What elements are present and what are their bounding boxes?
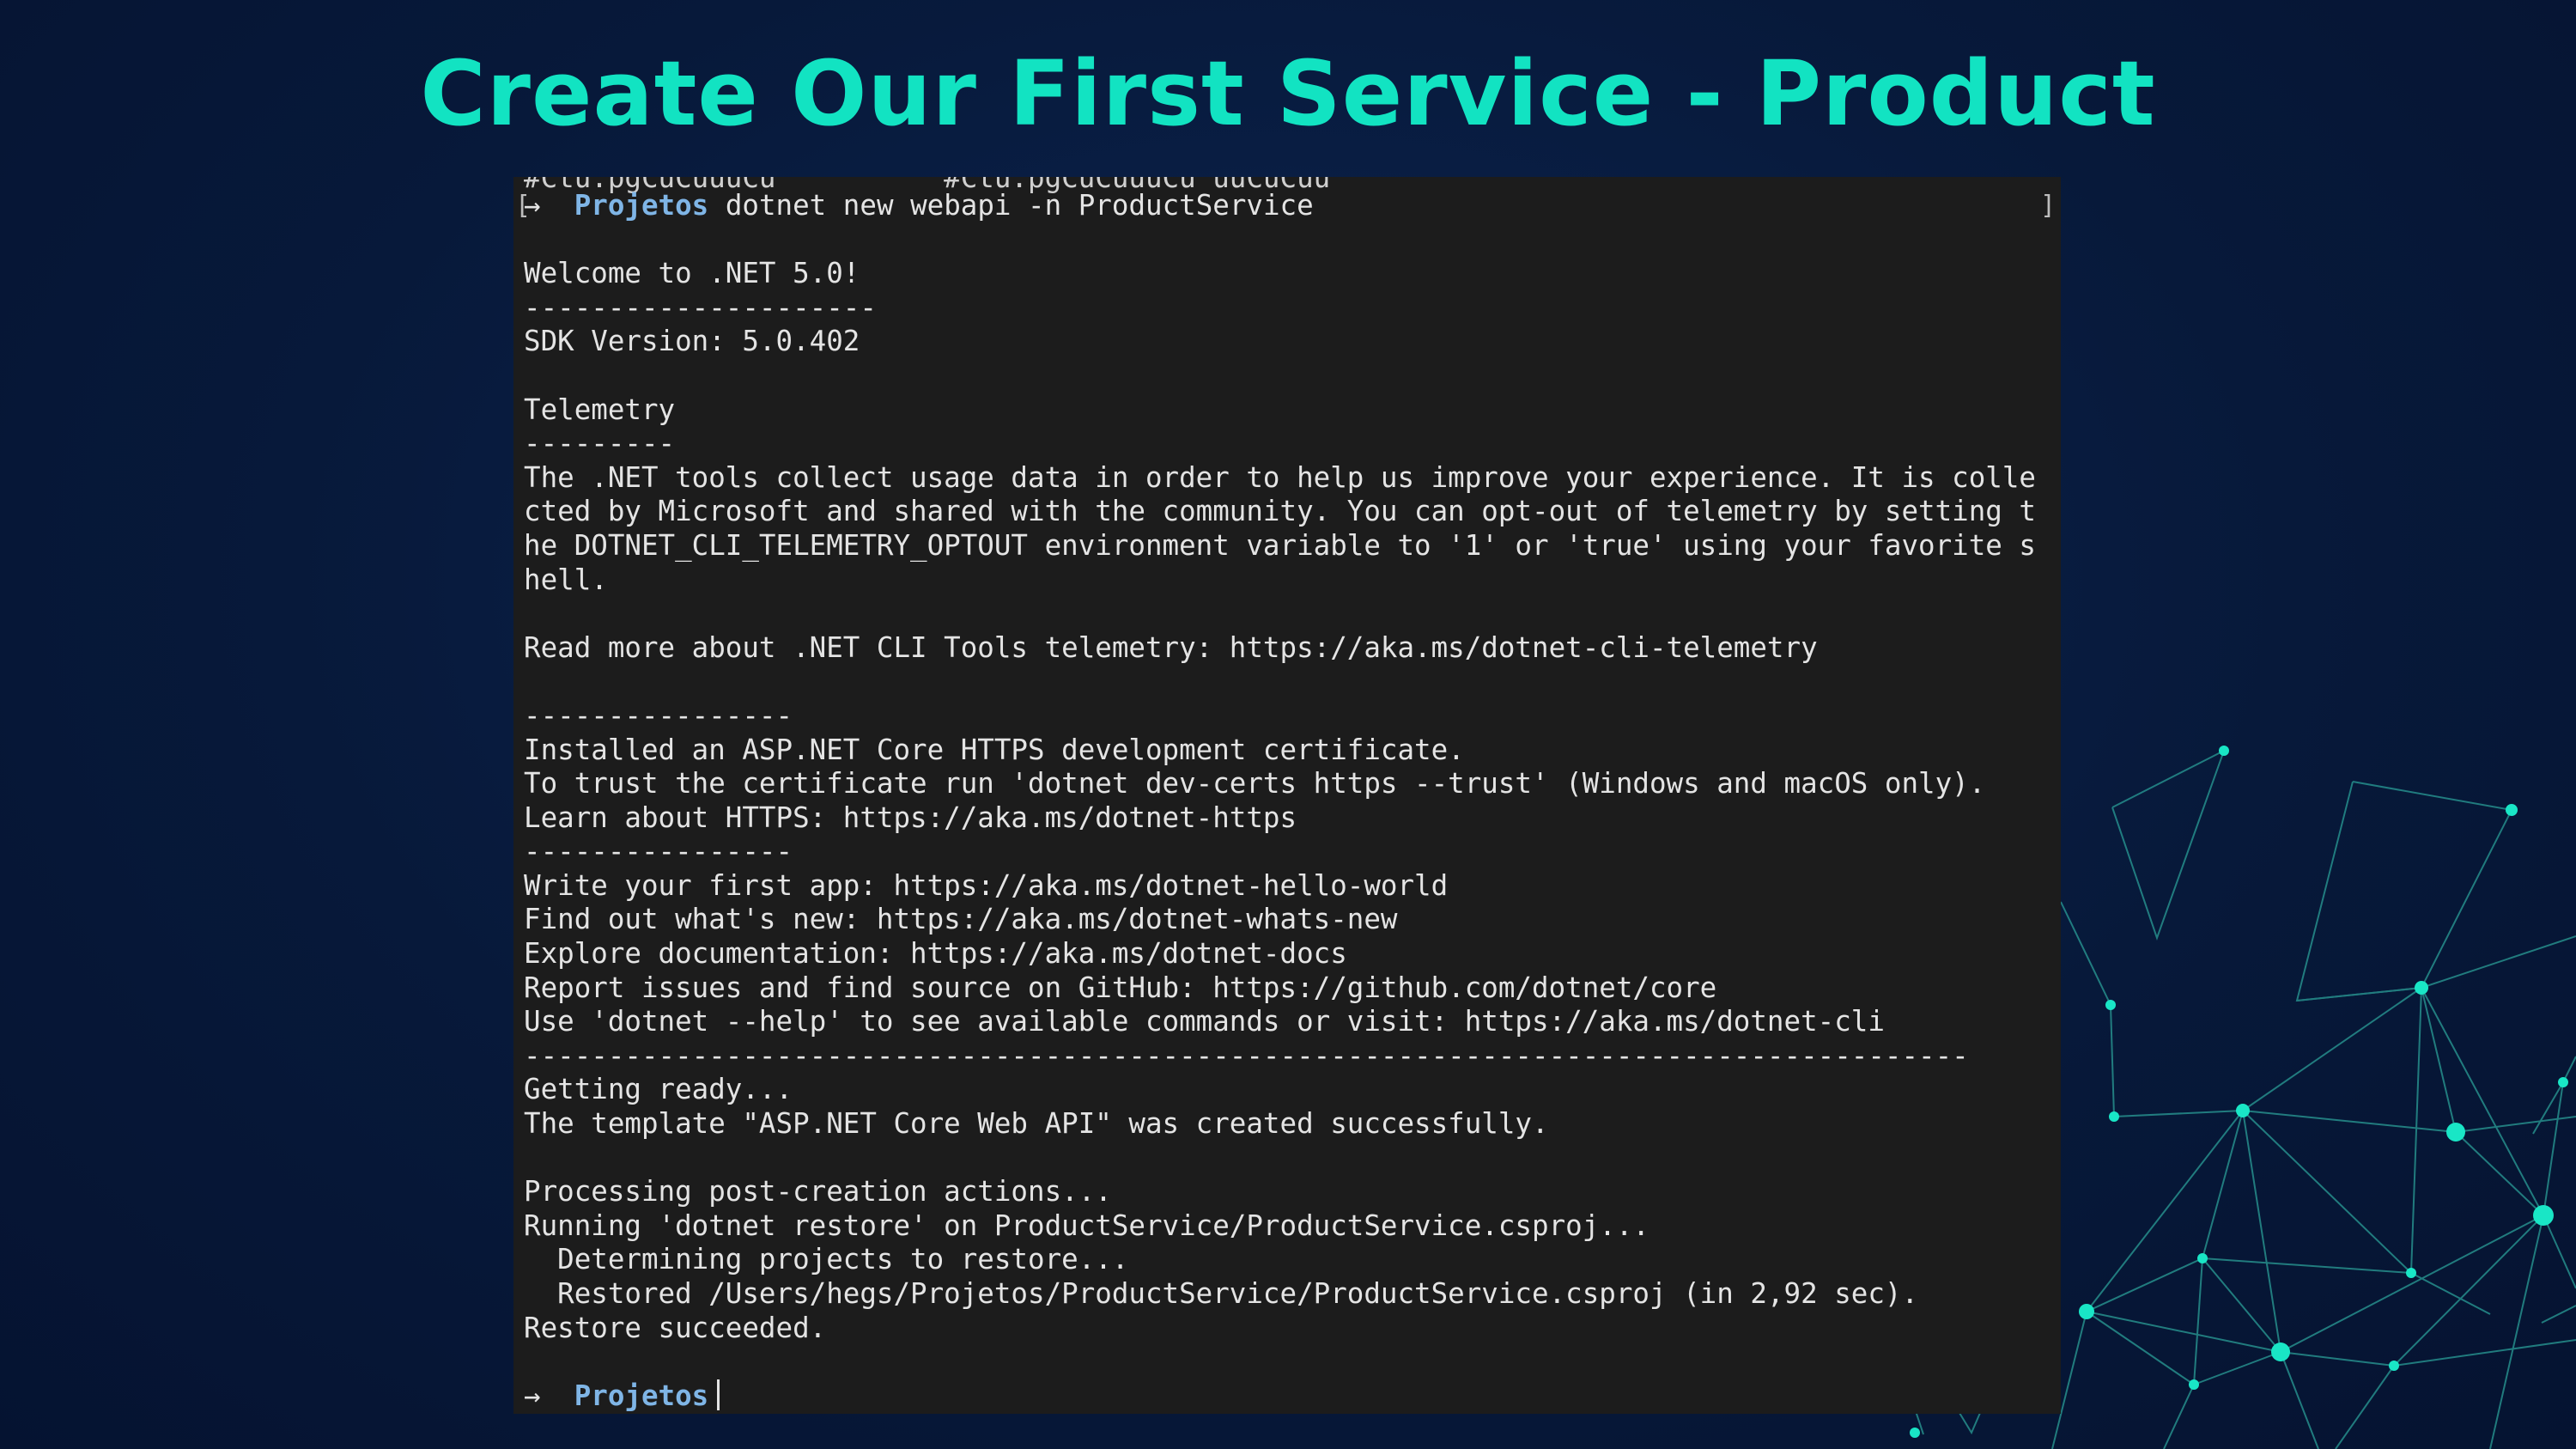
terminal-line: SDK Version: 5.0.402 (524, 325, 860, 358)
terminal-line: Use 'dotnet --help' to see available com… (524, 1005, 1885, 1038)
command-text: dotnet new webapi -n ProductService (725, 189, 1314, 222)
terminal-line: Processing post-creation actions... (524, 1175, 1112, 1209)
terminal-line: --------------------- (524, 290, 877, 324)
terminal-window[interactable]: #Ctu:pgCuCuuuCu #Ctu:pgCuCuuuCu uuCuCuu … (513, 177, 2061, 1414)
terminal-line: Restored /Users/hegs/Projetos/ProductSer… (524, 1277, 1919, 1310)
terminal-line: Restore succeeded. (524, 1311, 827, 1344)
terminal-line: Welcome to .NET 5.0! (524, 257, 860, 290)
terminal-line: Read more about .NET CLI Tools telemetry… (524, 630, 1818, 664)
terminal-line: Getting ready... (524, 1073, 793, 1106)
terminal-line: Determining projects to restore... (524, 1243, 1129, 1276)
output-lines: Welcome to .NET 5.0! --------------------… (524, 223, 2052, 1379)
terminal-line: ----------------------------------------… (524, 1038, 1969, 1072)
terminal-line: cted by Microsoft and shared with the co… (524, 495, 2036, 528)
terminal-line: Report issues and find source on GitHub:… (524, 971, 1717, 1004)
terminal-line: ---------------- (524, 835, 793, 868)
final-prompt-line[interactable]: → Projetos (524, 1379, 2052, 1414)
terminal-line: Write your first app: https://aka.ms/dot… (524, 868, 1449, 902)
terminal-line: Learn about HTTPS: https://aka.ms/dotnet… (524, 801, 1297, 834)
terminal-output: → Projetos dotnet new webapi -n ProductS… (524, 189, 2052, 1413)
terminal-line: The template "ASP.NET Core Web API" was … (524, 1107, 1549, 1141)
terminal-line: hell. (524, 563, 608, 596)
terminal-line: To trust the certificate run 'dotnet dev… (524, 767, 1986, 801)
terminal-line: he DOTNET_CLI_TELEMETRY_OPTOUT environme… (524, 528, 2036, 562)
terminal-line: The .NET tools collect usage data in ord… (524, 460, 2036, 494)
terminal-line: Explore documentation: https://aka.ms/do… (524, 937, 1347, 971)
terminal-line: Find out what's new: https://aka.ms/dotn… (524, 903, 1398, 936)
prompt-arrow-icon: → (524, 1379, 541, 1412)
prompt-directory: Projetos (574, 1379, 709, 1412)
text-cursor (717, 1379, 720, 1410)
prompt-arrow-icon: → (524, 189, 541, 222)
command-line: → Projetos dotnet new webapi -n ProductS… (524, 189, 2052, 223)
terminal-line: Running 'dotnet restore' on ProductServi… (524, 1209, 1649, 1242)
terminal-line: --------- (524, 427, 676, 460)
terminal-line: ---------------- (524, 698, 793, 732)
terminal-line: Installed an ASP.NET Core HTTPS developm… (524, 733, 1465, 766)
prompt-directory: Projetos (574, 189, 709, 222)
terminal-line: Telemetry (524, 393, 676, 426)
